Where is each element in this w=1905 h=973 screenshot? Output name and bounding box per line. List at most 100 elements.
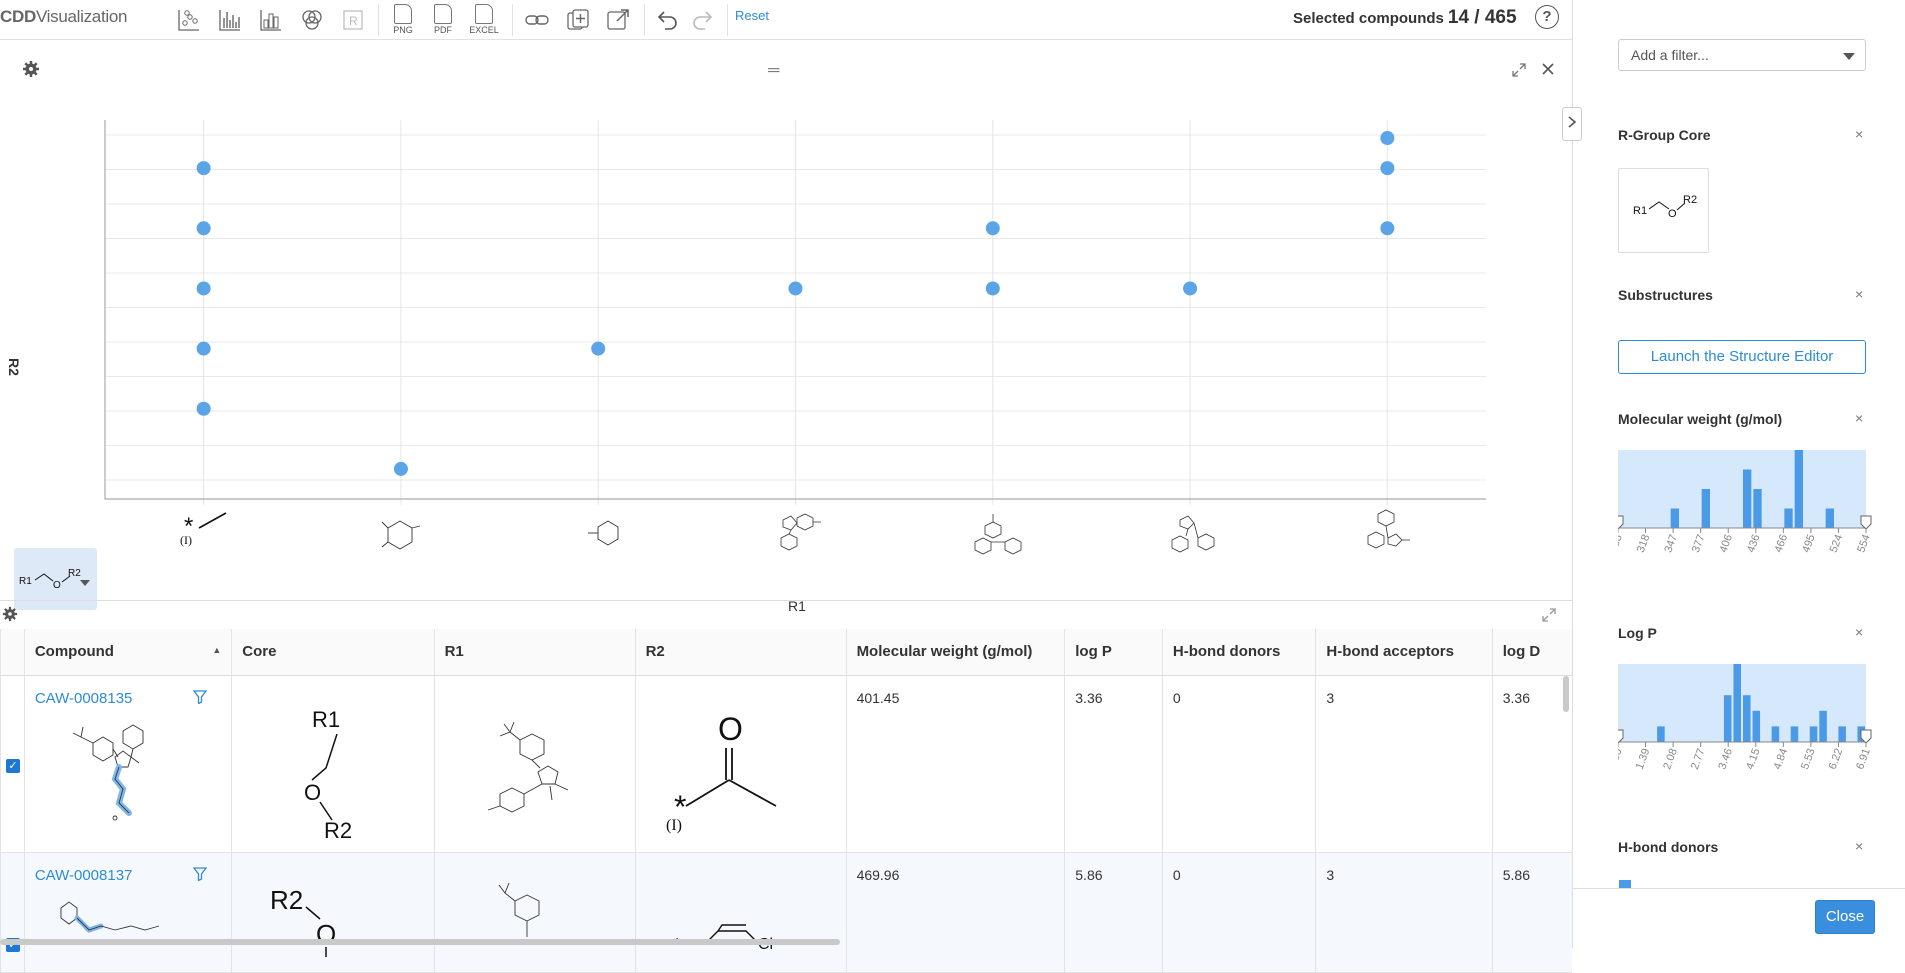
histogram-tick-label: 6.22: [1827, 747, 1846, 771]
scatter-point[interactable]: [393, 461, 408, 476]
column-header-h-bond-acceptors[interactable]: H-bond acceptors: [1315, 629, 1493, 676]
filter-icon[interactable]: [192, 866, 208, 884]
row-select-cell: ✓: [0, 852, 25, 973]
histogram-tick-label: 5.53: [1799, 747, 1818, 771]
histogram-tick-label: 4.84: [1772, 747, 1791, 771]
column-header-log-p[interactable]: log P: [1064, 629, 1163, 676]
scatter-point[interactable]: [985, 221, 1000, 236]
molecular-weight-close-icon[interactable]: ×: [1855, 410, 1863, 426]
r-group-button[interactable]: R: [336, 4, 370, 36]
open-new-window-button[interactable]: [601, 4, 635, 36]
histogram-tick-label: 4.15: [1744, 747, 1763, 771]
export-pdf-button[interactable]: PDF: [425, 4, 461, 36]
expand-table-button[interactable]: [1541, 607, 1557, 626]
duplicate-button[interactable]: [561, 4, 595, 36]
collapse-panel-button[interactable]: [1562, 107, 1582, 141]
column-header-molecular-weight[interactable]: Molecular weight (g/mol): [845, 629, 1065, 676]
copy-link-button[interactable]: [520, 4, 554, 36]
table-settings-button[interactable]: [2, 606, 18, 625]
horizontal-scrollbar[interactable]: [0, 939, 840, 945]
scatter-point[interactable]: [196, 221, 211, 236]
column-header-r2[interactable]: R2: [634, 629, 847, 676]
expand-icon: [1542, 608, 1556, 622]
histogram-bar: [1753, 489, 1762, 528]
column-header-r1[interactable]: R1: [433, 629, 636, 676]
sort-ascending-icon[interactable]: ▲: [212, 645, 221, 655]
log-d-cell: 5.86: [1491, 852, 1572, 973]
vertical-scrollbar[interactable]: [1563, 676, 1569, 712]
scatter-point[interactable]: [1380, 131, 1395, 146]
column-header-core[interactable]: Core: [231, 629, 435, 676]
histogram-tick-label: 495: [1800, 533, 1818, 554]
histogram-tick-label: 2.08: [1661, 747, 1680, 771]
compound-link[interactable]: CAW-0008135: [35, 690, 133, 707]
scatter-point[interactable]: [1183, 281, 1198, 296]
help-icon[interactable]: ?: [1535, 5, 1559, 29]
filter-icon[interactable]: [192, 689, 208, 707]
r1-structure-image: [487, 721, 568, 813]
app-logo: CDDVisualization: [0, 7, 128, 26]
plot-panel: ═ * (I) R2 R1 R1 O R2: [0, 40, 1572, 614]
y-axis-label: R2: [6, 358, 22, 376]
filter-panel-footer-divider: [1573, 888, 1905, 889]
compound-table: Compound ▲ Core R1 R2 Molecular weight (g…: [0, 629, 1572, 973]
compound-link[interactable]: CAW-0008137: [35, 867, 133, 884]
scatter-plot-icon: [178, 10, 199, 31]
h-bond-acceptors-cell: 3: [1315, 675, 1493, 853]
bar-chart-button[interactable]: [213, 4, 247, 36]
add-filter-dropdown[interactable]: Add a filter...: [1618, 39, 1866, 71]
scatter-plot-button[interactable]: [172, 4, 206, 36]
launch-structure-editor-button[interactable]: Launch the Structure Editor: [1618, 340, 1866, 374]
histogram-bar: [1743, 469, 1752, 528]
row-checkbox[interactable]: ✓: [6, 758, 20, 773]
svg-text:R: R: [349, 14, 358, 28]
substructures-title: Substructures: [1618, 287, 1713, 303]
h-bond-donors-histogram-bar: [1619, 880, 1631, 888]
histogram-tick-label: 288: [1618, 533, 1625, 554]
histogram-button[interactable]: [254, 4, 288, 36]
histogram-bar: [1790, 726, 1799, 742]
scatter-point[interactable]: [1380, 221, 1395, 236]
scatter-point[interactable]: [985, 281, 1000, 296]
scatter-point[interactable]: [1380, 161, 1395, 176]
histogram-bar: [1752, 710, 1761, 742]
undo-button[interactable]: [650, 4, 684, 36]
scatter-point[interactable]: [196, 401, 211, 416]
scatter-point[interactable]: [788, 281, 803, 296]
h-bond-donors-close-icon[interactable]: ×: [1855, 838, 1863, 854]
chevron-right-icon: [1568, 116, 1577, 128]
log-p-histogram[interactable]: 0.700 1.39 2.08 2.77 3.46 4.15 4.84 5.53 6.22 6.9…: [1618, 664, 1878, 804]
export-excel-button[interactable]: EXCEL: [466, 4, 502, 36]
reset-button[interactable]: Reset: [735, 8, 769, 23]
column-header-compound[interactable]: Compound ▲: [23, 629, 232, 676]
rgroup-core-close-icon[interactable]: ×: [1855, 126, 1863, 142]
export-png-button[interactable]: PNG: [385, 4, 421, 36]
venn-button[interactable]: [295, 4, 329, 36]
scatter-point[interactable]: [196, 281, 211, 296]
svg-text:O: O: [1668, 208, 1677, 220]
h-bond-acceptors-cell: 3: [1315, 852, 1493, 973]
scatter-point[interactable]: [196, 161, 211, 176]
redo-button[interactable]: [686, 4, 720, 36]
core-cell: R1 O R2: [231, 675, 435, 853]
column-header-log-d[interactable]: log D: [1491, 629, 1572, 676]
r-group-icon: R: [343, 10, 363, 30]
r2-cell: O * (I): [634, 675, 847, 853]
svg-text:O: O: [304, 780, 321, 805]
core-structure-image: R1 O R2: [304, 707, 352, 842]
scatter-point[interactable]: [591, 341, 606, 356]
svg-text:R1: R1: [312, 707, 340, 732]
log-p-close-icon[interactable]: ×: [1855, 624, 1863, 640]
duplicate-icon: [567, 9, 589, 30]
rgroup-core-structure[interactable]: R1 O R2: [1618, 168, 1709, 253]
toolbar-divider: [727, 4, 728, 36]
histogram-tick-label: 436: [1745, 533, 1763, 554]
svg-text:(I): (I): [666, 817, 682, 834]
histogram-bar: [1794, 450, 1803, 528]
scatter-point[interactable]: [196, 341, 211, 356]
molecular-weight-histogram[interactable]: 288 318 347 377 406 436 466 495 524 554: [1618, 450, 1878, 590]
substructures-close-icon[interactable]: ×: [1855, 286, 1863, 302]
column-header-h-bond-donors[interactable]: H-bond donors: [1161, 629, 1316, 676]
close-button[interactable]: Close: [1815, 900, 1875, 934]
histogram-bar: [1743, 695, 1751, 742]
